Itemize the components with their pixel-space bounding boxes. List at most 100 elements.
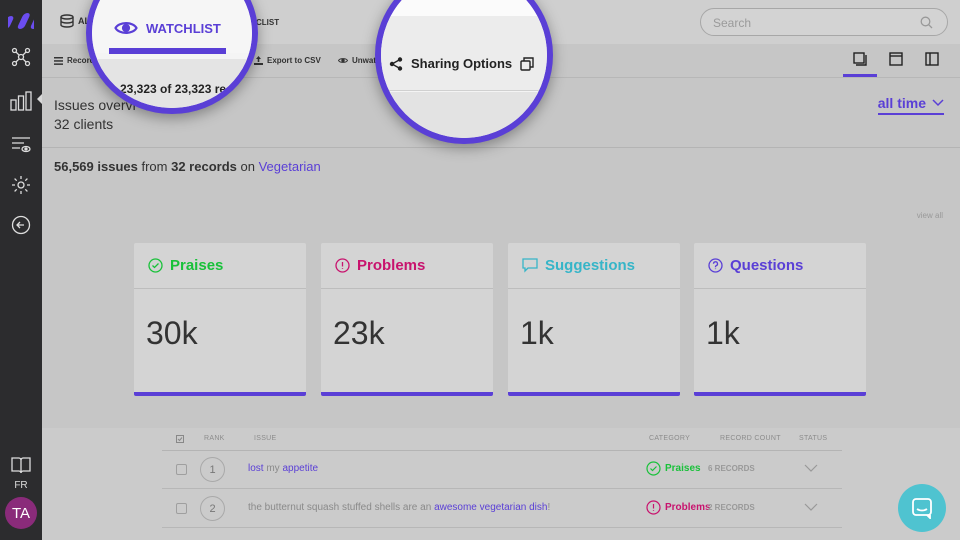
row-checkbox[interactable] — [176, 464, 187, 475]
sharing-options-button[interactable]: Sharing Options — [389, 56, 534, 71]
card-problems[interactable]: Problems 23k — [321, 243, 493, 396]
watchlist-active-bar — [109, 48, 226, 54]
card-label: Questions — [730, 257, 804, 274]
watchlist-title: WATCHLIST — [146, 20, 221, 36]
table-row[interactable]: 1 lost my appetite Praises 6 RECORDS — [162, 451, 842, 489]
gear-icon[interactable] — [0, 172, 42, 198]
category-badge: Problems — [646, 500, 711, 515]
issues-table: RANK ISSUE CATEGORY RECORD COUNT STATUS … — [42, 428, 960, 540]
avatar[interactable]: TA — [5, 497, 37, 529]
card-label: Problems — [357, 257, 426, 274]
database-icon — [60, 14, 74, 28]
card-view-icon[interactable] — [853, 52, 867, 66]
summary-records: 32 records — [171, 159, 237, 174]
exclamation-circle-icon — [646, 500, 661, 515]
sharing-magnifier: Sharing Options — [375, 0, 553, 144]
summary-issues: 56,569 issues — [54, 159, 138, 174]
list-icon — [54, 56, 63, 65]
divider — [42, 147, 960, 148]
record-count: 2 RECORDS — [708, 503, 755, 512]
header-status[interactable]: STATUS — [799, 435, 827, 442]
issue-part: the butternut squash stuffed shells are … — [248, 502, 435, 513]
share-icon — [389, 56, 403, 71]
records-menu[interactable]: Record — [54, 56, 95, 65]
row-checkbox[interactable] — [176, 503, 187, 514]
issue-part: awesome vegetarian dish — [434, 502, 548, 513]
watchlist-magnifier: WATCHLIST 23,323 of 23,323 re — [86, 0, 258, 114]
search-icon — [920, 16, 933, 29]
check-circle-icon — [148, 258, 163, 273]
sidebar: FR TA — [0, 0, 43, 540]
magnifier-bg-top — [381, 0, 547, 16]
category-label: Praises — [665, 463, 701, 474]
record-count: 6 RECORDS — [708, 464, 755, 473]
card-label: Suggestions — [545, 257, 636, 274]
period-label: all time — [877, 95, 926, 111]
magnifier-bg-mid — [381, 16, 547, 91]
summary-topic-link[interactable]: Vegetarian — [259, 159, 321, 174]
card-value: 30k — [146, 315, 198, 351]
watchlist-icon[interactable] — [0, 132, 42, 158]
view-all-link[interactable]: view all — [917, 211, 943, 220]
summary-on: on — [240, 159, 255, 174]
logo-icon[interactable] — [0, 8, 42, 34]
issue-text[interactable]: the butternut squash stuffed shells are … — [248, 502, 550, 513]
export-label: Export to CSV — [267, 56, 321, 65]
network-icon[interactable] — [0, 44, 42, 70]
question-circle-icon — [708, 258, 723, 273]
rank-badge: 2 — [200, 496, 225, 521]
export-csv-button[interactable]: Export to CSV — [254, 56, 321, 65]
chevron-down-icon — [932, 99, 944, 107]
category-label: Problems — [665, 502, 711, 513]
unwatch-button[interactable]: Unwat — [338, 56, 376, 65]
search-input[interactable]: Search — [700, 8, 948, 36]
book-icon[interactable] — [0, 452, 42, 478]
select-all-checkbox[interactable] — [176, 435, 184, 443]
summary-line: 56,569 issues from 32 records on Vegetar… — [54, 159, 321, 174]
card-value: 1k — [520, 315, 554, 351]
copy-icon — [520, 56, 534, 71]
category-badge: Praises — [646, 461, 701, 476]
export-icon — [254, 56, 263, 65]
card-suggestions[interactable]: Suggestions 1k — [508, 243, 680, 396]
period-dropdown[interactable]: all time — [877, 95, 944, 115]
card-value: 1k — [706, 315, 740, 351]
card-label: Praises — [170, 257, 224, 274]
issue-part: appetite — [282, 463, 319, 474]
chat-button[interactable] — [898, 484, 946, 532]
logout-icon[interactable] — [0, 212, 42, 238]
summary-from: from — [141, 159, 168, 174]
table-row[interactable]: 2 the butternut squash stuffed shells ar… — [162, 490, 842, 528]
header-issue[interactable]: ISSUE — [254, 435, 277, 442]
issue-part: my — [263, 463, 283, 474]
eye-icon — [338, 58, 348, 63]
watchlist-tab-partial[interactable]: CLIST — [256, 18, 279, 27]
eye-icon — [114, 22, 138, 34]
chevron-down-icon[interactable] — [804, 464, 818, 472]
chevron-down-icon[interactable] — [804, 503, 818, 511]
split-view-icon[interactable] — [925, 52, 939, 66]
watchlist-tab[interactable]: WATCHLIST — [114, 20, 221, 36]
card-value: 23k — [333, 315, 385, 351]
issue-part: ! — [547, 502, 551, 513]
header-record-count[interactable]: RECORD COUNT — [720, 435, 781, 442]
search-placeholder: Search — [713, 16, 752, 30]
header-category[interactable]: CATEGORY — [649, 435, 690, 442]
chat-icon — [912, 498, 932, 519]
active-view-underline — [843, 74, 877, 77]
single-view-icon[interactable] — [889, 52, 903, 66]
sharing-label: Sharing Options — [411, 56, 513, 71]
card-praises[interactable]: Praises 30k — [134, 243, 306, 396]
issue-text[interactable]: lost my appetite — [248, 463, 318, 474]
language-label[interactable]: FR — [0, 480, 42, 491]
exclamation-circle-icon — [335, 258, 350, 273]
rank-badge: 1 — [200, 457, 225, 482]
unwatch-label: Unwat — [352, 56, 376, 65]
bar-chart-icon[interactable] — [0, 88, 42, 114]
header-rank[interactable]: RANK — [204, 435, 225, 442]
speech-bubble-icon — [522, 258, 538, 273]
check-circle-icon — [646, 461, 661, 476]
watchlist-count: 23,323 of 23,323 re — [120, 82, 227, 96]
overview-clients: 32 clients — [54, 116, 114, 132]
card-questions[interactable]: Questions 1k — [694, 243, 866, 396]
